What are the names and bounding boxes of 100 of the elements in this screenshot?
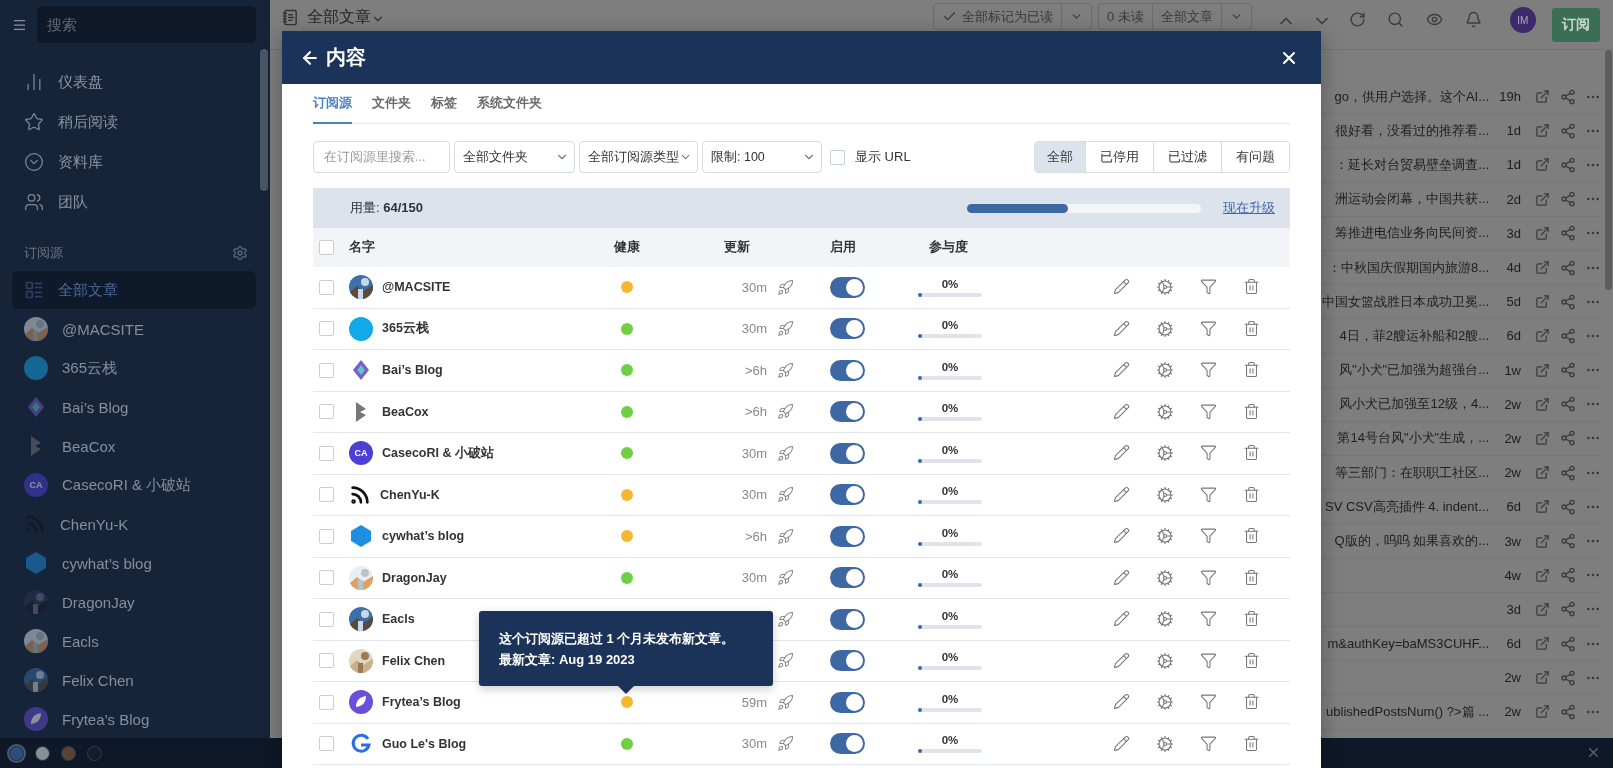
filter-icon[interactable]: [1200, 734, 1217, 753]
feed-item[interactable]: 全部文章: [12, 271, 256, 309]
rocket-icon[interactable]: [777, 278, 794, 296]
article-title[interactable]: 筹推进电信业务向民间资...: [1335, 224, 1489, 243]
toggle-switch[interactable]: [830, 567, 865, 589]
share-icon[interactable]: [1560, 669, 1576, 686]
rocket-icon[interactable]: [777, 569, 794, 587]
article-title[interactable]: 等三部门：在职职工社区...: [1335, 463, 1489, 482]
rocket-icon[interactable]: [777, 527, 794, 545]
filter-icon[interactable]: [1200, 444, 1217, 463]
tab[interactable]: 标签: [431, 95, 457, 124]
share-icon[interactable]: [1560, 225, 1576, 242]
checkbox[interactable]: [319, 570, 334, 586]
share-icon[interactable]: [1560, 601, 1576, 618]
edit-icon[interactable]: [1113, 693, 1130, 712]
toggle-switch[interactable]: [830, 525, 865, 547]
checkbox[interactable]: [319, 404, 334, 420]
trash-icon[interactable]: [1243, 402, 1260, 421]
external-link-icon[interactable]: [1535, 157, 1550, 173]
filter-icon[interactable]: [1200, 610, 1217, 629]
share-icon[interactable]: [1560, 88, 1576, 105]
filter-icon[interactable]: [1200, 361, 1217, 380]
rocket-icon[interactable]: [777, 444, 794, 462]
share-icon[interactable]: [1560, 122, 1576, 139]
gear-icon[interactable]: [1156, 610, 1174, 629]
feed-item[interactable]: CA CasecoRI & 小破站: [12, 466, 256, 504]
gear-icon[interactable]: [1156, 527, 1174, 546]
trash-icon[interactable]: [1243, 485, 1260, 504]
rocket-icon[interactable]: [777, 361, 794, 379]
nav-item[interactable]: 资料库: [12, 142, 256, 182]
select-dropdown[interactable]: 限制: 100: [702, 141, 822, 173]
article-title[interactable]: ：延长对台贸易壁垒调查...: [1335, 155, 1489, 174]
scrollbar-thumb[interactable]: [1605, 50, 1612, 290]
share-icon[interactable]: [1560, 464, 1576, 481]
settings-icon[interactable]: [232, 244, 248, 261]
feed-item[interactable]: cywhat’s blog: [12, 544, 256, 582]
checkbox[interactable]: [319, 362, 334, 378]
share-icon[interactable]: [1560, 396, 1576, 413]
share-icon[interactable]: [1560, 430, 1576, 447]
toggle-switch[interactable]: [830, 276, 865, 298]
feed-name[interactable]: Guo Le's Blog: [382, 736, 467, 751]
checkbox[interactable]: [319, 611, 334, 627]
external-link-icon[interactable]: [1535, 225, 1550, 241]
nav-item[interactable]: 团队: [12, 182, 256, 222]
edit-icon[interactable]: [1113, 444, 1130, 463]
unread-button[interactable]: 0 未读: [1099, 4, 1152, 29]
feed-name[interactable]: Bai’s Blog: [382, 363, 443, 378]
external-link-icon[interactable]: [1535, 636, 1550, 652]
eye-icon[interactable]: [1425, 11, 1443, 28]
filter-icon[interactable]: [1200, 651, 1217, 670]
edit-icon[interactable]: [1113, 610, 1130, 629]
checkbox[interactable]: [830, 149, 845, 165]
article-title[interactable]: 4日，菲2艘运补船和2艘...: [1339, 326, 1489, 345]
feed-name[interactable]: ChenYu-K: [380, 487, 440, 502]
edit-icon[interactable]: [1113, 568, 1130, 587]
checkbox[interactable]: [319, 321, 334, 337]
filter-icon[interactable]: [1200, 278, 1217, 297]
external-link-icon[interactable]: [1535, 89, 1550, 105]
gear-icon[interactable]: [1156, 693, 1174, 712]
share-icon[interactable]: [1560, 498, 1576, 515]
select-dropdown[interactable]: 全部文件夹: [454, 141, 575, 173]
nav-item[interactable]: 仪表盘: [12, 62, 256, 102]
feed-item[interactable]: Felix Chen: [12, 661, 256, 699]
toggle-switch[interactable]: [830, 484, 865, 506]
theme-dot[interactable]: [62, 746, 75, 760]
trash-icon[interactable]: [1243, 361, 1260, 380]
column-header[interactable]: 更新: [651, 239, 750, 256]
gear-icon[interactable]: [1156, 361, 1174, 380]
rocket-icon[interactable]: [777, 403, 794, 421]
share-icon[interactable]: [1560, 191, 1576, 208]
feed-item[interactable]: Frytea’s Blog: [12, 700, 256, 738]
view-title[interactable]: 全部文章: [307, 7, 371, 28]
external-link-icon[interactable]: [1535, 670, 1550, 686]
external-link-icon[interactable]: [1535, 328, 1550, 344]
trash-icon[interactable]: [1243, 278, 1260, 297]
article-title[interactable]: SV CSV高亮插件 4. indent...: [1325, 497, 1489, 516]
share-icon[interactable]: [1560, 533, 1576, 550]
feed-item[interactable]: Bai’s Blog: [12, 388, 256, 426]
tab[interactable]: 系统文件夹: [477, 95, 542, 124]
feed-name[interactable]: Felix Chen: [382, 653, 446, 668]
article-title[interactable]: 第14号台风"小犬"生成，...: [1337, 429, 1489, 448]
tab[interactable]: 订阅源: [313, 95, 352, 124]
article-title[interactable]: ：中秋国庆假期国内旅游8...: [1327, 258, 1489, 277]
search-icon[interactable]: [1386, 11, 1404, 28]
article-title[interactable]: 中国女篮战胜日本成功卫冕...: [1322, 292, 1489, 311]
toggle-switch[interactable]: [830, 318, 865, 340]
trash-icon[interactable]: [1243, 444, 1260, 463]
feed-name[interactable]: @MACSITE: [382, 280, 451, 295]
filter-icon[interactable]: [1200, 568, 1217, 587]
segment-button[interactable]: 全部: [1035, 142, 1085, 172]
share-icon[interactable]: [1560, 259, 1576, 276]
column-header[interactable]: 参与度: [900, 239, 968, 256]
trash-icon[interactable]: [1243, 527, 1260, 546]
external-link-icon[interactable]: [1535, 294, 1550, 310]
external-link-icon[interactable]: [1535, 396, 1550, 412]
filter-icon[interactable]: [1200, 319, 1217, 338]
upgrade-link[interactable]: 现在升级: [1223, 199, 1275, 217]
gear-icon[interactable]: [1156, 319, 1174, 338]
trash-icon[interactable]: [1243, 693, 1260, 712]
rocket-icon[interactable]: [777, 735, 794, 753]
